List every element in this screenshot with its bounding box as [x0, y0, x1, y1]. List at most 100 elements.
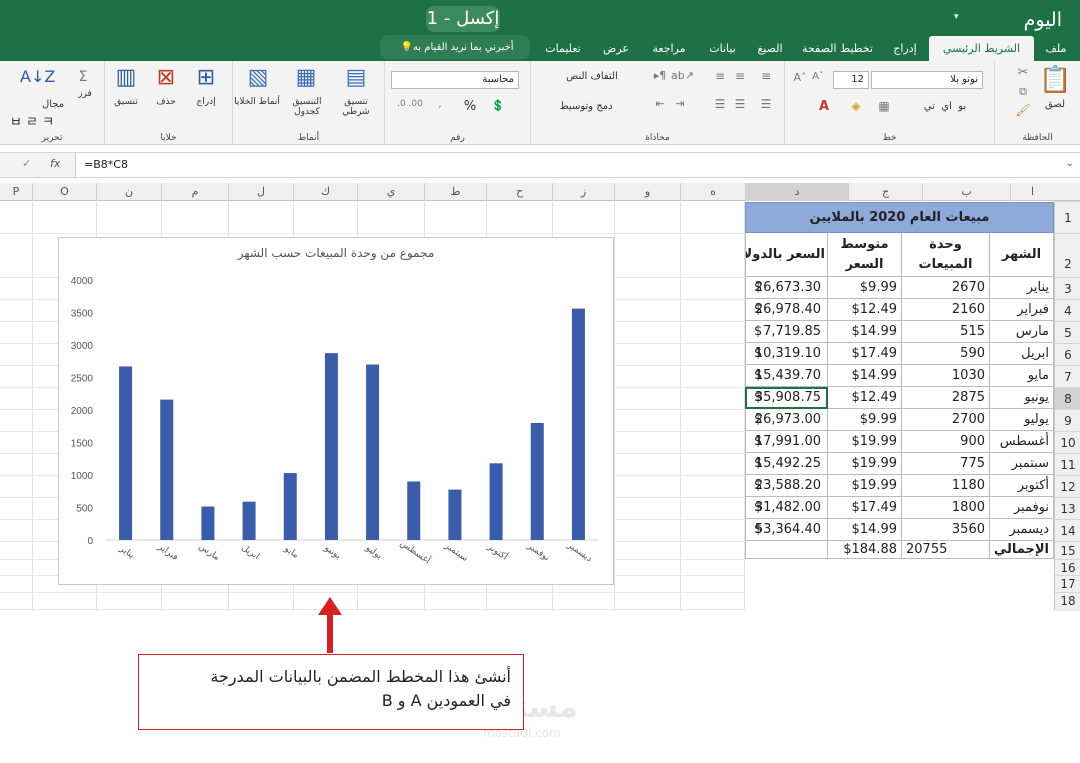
cell-avg-price[interactable]: $12.49 — [828, 387, 902, 409]
col-header-i[interactable]: ط — [424, 183, 486, 201]
bar-7[interactable] — [407, 481, 421, 541]
row-header[interactable]: 6 — [1055, 343, 1080, 365]
cell-price[interactable]: $15,492.25 — [745, 453, 828, 475]
sort-filter-button[interactable]: فرز — [72, 89, 98, 99]
tab-data[interactable]: بيانات — [700, 36, 745, 61]
row-header[interactable]: 7 — [1055, 365, 1080, 387]
bar-1[interactable] — [160, 399, 174, 540]
col-header-h[interactable]: ح — [486, 183, 552, 201]
cell-month[interactable]: سبتمبر — [990, 453, 1054, 475]
header-price[interactable]: السعر بالدولار — [745, 233, 828, 277]
format-as-table-icon[interactable]: ▦ — [289, 65, 323, 90]
decimal-icon[interactable]: .0 .00 — [393, 99, 427, 109]
format-cells-icon[interactable]: ▥ — [113, 65, 139, 90]
autosum-icon[interactable]: Σ — [70, 69, 96, 85]
row-header[interactable]: 17 — [1055, 575, 1080, 592]
cell-month[interactable]: فبراير — [990, 299, 1054, 321]
row-header[interactable]: 18 — [1055, 592, 1080, 609]
row-header[interactable]: 2 — [1055, 233, 1080, 277]
conditional-format-icon[interactable]: ▤ — [339, 65, 373, 90]
total-units[interactable]: 20755 — [902, 541, 990, 559]
row-header[interactable]: 9 — [1055, 409, 1080, 431]
enter-check-icon[interactable]: ✓ — [22, 157, 31, 170]
cell-avg-price[interactable]: $12.49 — [828, 299, 902, 321]
align-left-icon[interactable]: ☰ — [731, 97, 749, 111]
comma-style-icon[interactable]: , — [431, 99, 449, 110]
increase-font-icon[interactable]: Aˆ — [791, 71, 809, 84]
font-size-field[interactable]: 12 — [833, 71, 869, 89]
cell-price[interactable]: $26,978.40 — [745, 299, 828, 321]
bar-9[interactable] — [489, 463, 503, 540]
row-header[interactable]: 3 — [1055, 277, 1080, 299]
font-name-field[interactable]: نوتو بلا — [871, 71, 983, 89]
align-center-icon[interactable]: ☰ — [711, 97, 729, 111]
cell-avg-price[interactable]: $14.99 — [828, 365, 902, 387]
cell-avg-price[interactable]: $19.99 — [828, 453, 902, 475]
cell-avg-price[interactable]: $17.49 — [828, 497, 902, 519]
cell-month[interactable]: أكتوبر — [990, 475, 1054, 497]
col-header-j[interactable]: ي — [357, 183, 424, 201]
cell-units[interactable]: 1800 — [902, 497, 990, 519]
fill-color-icon[interactable]: ◈ — [847, 99, 865, 113]
bar-8[interactable] — [448, 489, 462, 540]
indent-icon[interactable]: ⇥ — [671, 97, 689, 110]
cell-month[interactable]: يوليو — [990, 409, 1054, 431]
delete-cells-button[interactable]: حذف — [149, 97, 183, 107]
cell-avg-price[interactable]: $14.99 — [828, 321, 902, 343]
orientation-icon[interactable]: ab↗ — [671, 69, 694, 82]
cell-avg-price[interactable]: $17.49 — [828, 343, 902, 365]
cell-units[interactable]: 2670 — [902, 277, 990, 299]
row-header[interactable]: 15 — [1055, 541, 1080, 559]
bar-10[interactable] — [530, 423, 544, 540]
table-title[interactable]: مبيعات العام 2020 بالملايين — [745, 202, 1054, 233]
insert-cells-icon[interactable]: ⊞ — [193, 65, 219, 90]
merge-center-button[interactable]: دمج وتوسيط — [541, 101, 631, 112]
font-color-icon[interactable]: A — [815, 99, 833, 114]
align-bottom-icon[interactable]: ≡ — [757, 69, 775, 83]
tab-view[interactable]: عرض — [594, 36, 638, 61]
cell-price[interactable]: $7,719.85 — [745, 321, 828, 343]
col-header-o[interactable]: O — [32, 183, 96, 201]
align-top-icon[interactable]: ≡ — [731, 69, 749, 83]
number-format-select[interactable]: محاسبة — [391, 71, 519, 89]
col-header-e[interactable]: ه — [680, 183, 745, 201]
cell-units[interactable]: 2875 — [902, 387, 990, 409]
cell-units[interactable]: 2160 — [902, 299, 990, 321]
sort-az-icon[interactable]: A↓Z — [20, 67, 55, 86]
col-header-b[interactable]: ب — [922, 183, 1010, 201]
tab-review[interactable]: مراجعة — [640, 36, 698, 61]
cell-avg-price[interactable]: $9.99 — [828, 409, 902, 431]
cell-units[interactable]: 590 — [902, 343, 990, 365]
header-month[interactable]: الشهر — [990, 233, 1054, 277]
cell-units[interactable]: 3560 — [902, 519, 990, 541]
col-header-k[interactable]: ك — [293, 183, 357, 201]
tab-file[interactable]: ملف — [1036, 36, 1076, 61]
tab-formulas[interactable]: الصيغ — [747, 36, 793, 61]
quick-access-caret[interactable]: ▾ — [954, 12, 959, 22]
wrap-text-button[interactable]: التفاف النص — [547, 71, 637, 82]
copy-icon[interactable]: ⧉ — [1015, 85, 1031, 99]
format-cells-button[interactable]: تنسيق — [109, 97, 143, 107]
row-header[interactable]: 13 — [1055, 497, 1080, 519]
cell-price[interactable]: $23,588.20 — [745, 475, 828, 497]
cell-avg-price[interactable]: $19.99 — [828, 475, 902, 497]
cell-month[interactable]: مارس — [990, 321, 1054, 343]
row-header[interactable]: 10 — [1055, 431, 1080, 453]
format-painter-icon[interactable]: 🖌 — [1015, 103, 1031, 117]
bar-2[interactable] — [201, 506, 215, 540]
cell-units[interactable]: 2700 — [902, 409, 990, 431]
cell-avg-price[interactable]: $9.99 — [828, 277, 902, 299]
rtl-icon[interactable]: ▸¶ — [651, 69, 669, 82]
formula-input[interactable]: =B8*C8 — [84, 158, 128, 171]
find-select-button[interactable]: ㅂ ㄹ ㅋ — [2, 111, 62, 130]
align-right-icon[interactable]: ☰ — [757, 97, 775, 111]
col-header-g[interactable]: ز — [552, 183, 614, 201]
cell-units[interactable]: 775 — [902, 453, 990, 475]
row-header[interactable]: 12 — [1055, 475, 1080, 497]
col-header-p[interactable]: P — [0, 183, 32, 201]
cell-units[interactable]: 1180 — [902, 475, 990, 497]
row-header[interactable]: 11 — [1055, 453, 1080, 475]
total-avg[interactable]: $184.88 — [828, 541, 902, 559]
cell-styles-icon[interactable]: ▧ — [241, 65, 275, 90]
row-header[interactable]: 5 — [1055, 321, 1080, 343]
